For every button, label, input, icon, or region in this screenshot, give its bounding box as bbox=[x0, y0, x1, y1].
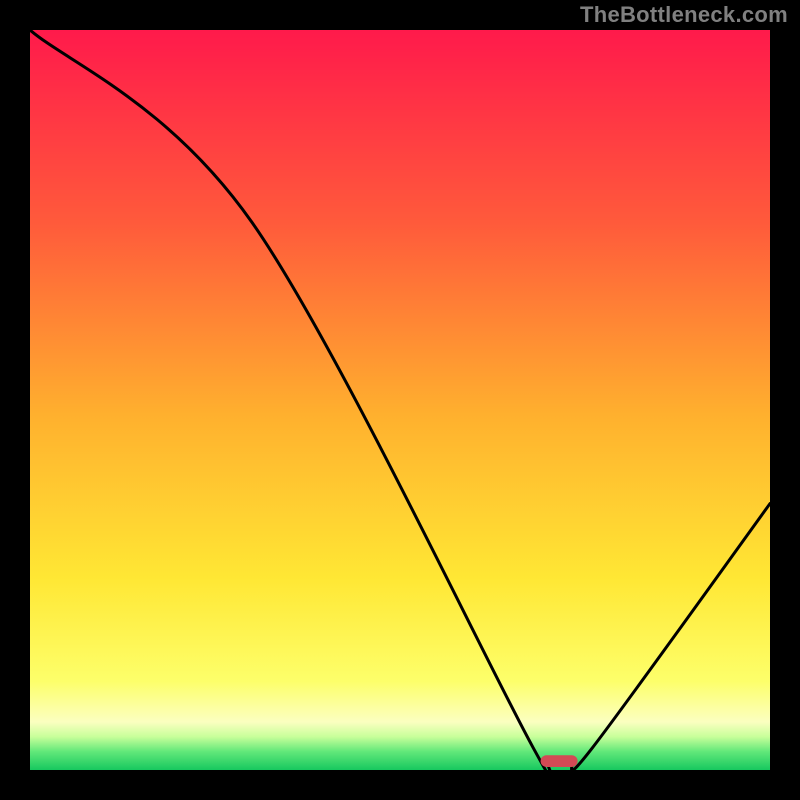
optimal-marker bbox=[541, 755, 578, 767]
watermark-text: TheBottleneck.com bbox=[580, 2, 788, 28]
chart-svg bbox=[30, 30, 770, 770]
chart-frame: TheBottleneck.com bbox=[0, 0, 800, 800]
plot-area bbox=[30, 30, 770, 770]
